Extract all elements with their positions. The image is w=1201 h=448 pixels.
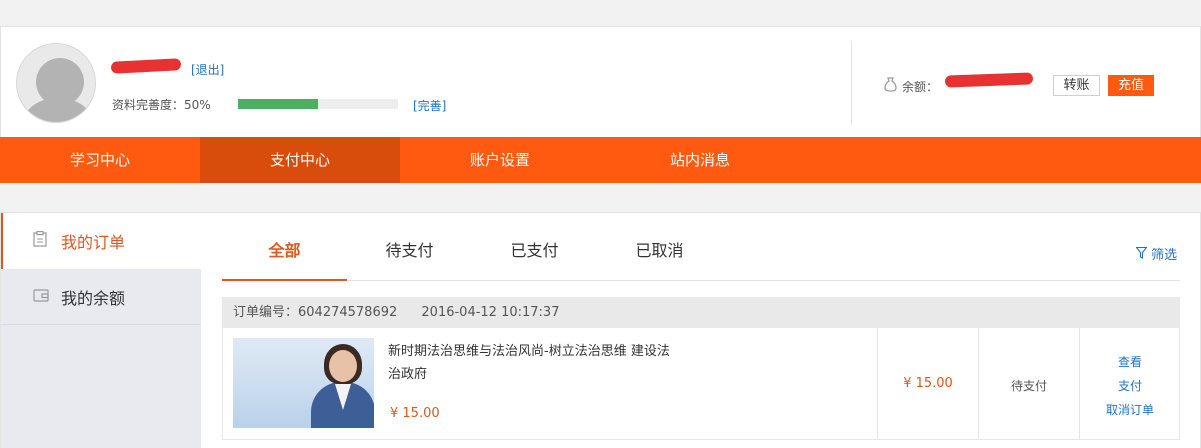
sidebar-item-label: 我的订单: [61, 233, 126, 252]
filter-label: 筛选: [1151, 248, 1178, 263]
filter-button[interactable]: 筛选: [1135, 244, 1178, 263]
profile-completeness-bar: [238, 99, 398, 109]
complete-profile-link[interactable]: [完善]: [413, 97, 446, 114]
sidebar-item-label: 我的余额: [61, 288, 126, 308]
course-title-line: 治政府: [388, 367, 428, 382]
order-status: 待支付: [1010, 379, 1047, 393]
avatar-body-shape: [23, 98, 93, 122]
transfer-button[interactable]: 转账: [1053, 75, 1100, 96]
main-content: 我的订单 我的余额 全部 待支付 已支付 已取消 筛选 订单编号：6042745…: [0, 212, 1201, 448]
thumbnail-figure-face: [329, 350, 357, 382]
nav-item-site-messages[interactable]: 站内消息: [600, 137, 800, 183]
username-redacted: [110, 58, 182, 74]
course-title[interactable]: 新时期法治思维与法治风尚-树立法治思维 建设法 治政府: [388, 340, 708, 386]
order-row: 新时期法治思维与法治风尚-树立法治思维 建设法 治政府 ¥ 15.00 ¥ 15…: [222, 328, 1180, 440]
nav-item-account-settings[interactable]: 账户设置: [400, 137, 600, 183]
profile-completeness-label: 资料完善度：50%: [112, 98, 211, 112]
order-header: 订单编号：604274578692 2016-04-12 10:17:37: [222, 297, 1180, 328]
clipboard-icon: [33, 231, 61, 251]
wallet-icon: [33, 288, 61, 306]
balance-label: 余额：: [902, 80, 939, 94]
tab-all[interactable]: 全部: [222, 213, 347, 281]
sidebar-item-my-balance[interactable]: 我的余额: [1, 269, 201, 325]
profile-panel: [退出] 资料完善度：50% [完善] 余额： 转账 充值: [0, 26, 1201, 137]
course-title-line: 新时期法治思维与法治风尚-树立法治思维 建设法: [388, 344, 670, 359]
pay-order-link[interactable]: 支付: [1080, 374, 1180, 398]
avatar[interactable]: [16, 43, 96, 123]
tab-cancelled[interactable]: 已取消: [597, 213, 722, 281]
money-bag-icon: [884, 77, 897, 96]
order-time: 2016-04-12 10:17:37: [421, 305, 560, 320]
view-order-link[interactable]: 查看: [1080, 350, 1180, 374]
tab-pending-payment[interactable]: 待支付: [347, 213, 472, 281]
balance-value-redacted: [944, 72, 1034, 88]
order-amount: ¥ 15.00: [903, 376, 953, 391]
sidebar: 我的订单 我的余额: [1, 213, 201, 448]
recharge-button[interactable]: 充值: [1108, 75, 1154, 96]
sidebar-item-my-orders[interactable]: 我的订单: [1, 213, 201, 269]
logout-link[interactable]: [退出]: [191, 61, 224, 78]
main-nav: 学习中心 支付中心 账户设置 站内消息: [0, 137, 1201, 183]
order-number: 订单编号：604274578692: [233, 305, 398, 320]
nav-item-payment-center[interactable]: 支付中心: [200, 137, 400, 183]
filter-icon: [1135, 246, 1151, 263]
order-actions: 查看 支付 取消订单: [1080, 350, 1180, 422]
course-price: ¥ 15.00: [390, 406, 440, 421]
order-tabs: 全部 待支付 已支付 已取消 筛选: [222, 213, 1180, 281]
cancel-order-link[interactable]: 取消订单: [1080, 398, 1180, 422]
nav-item-learning-center[interactable]: 学习中心: [0, 137, 200, 183]
tab-paid[interactable]: 已支付: [472, 213, 597, 281]
profile-completeness-fill: [238, 99, 318, 109]
course-thumbnail[interactable]: [233, 338, 374, 428]
header-divider: [851, 41, 852, 125]
